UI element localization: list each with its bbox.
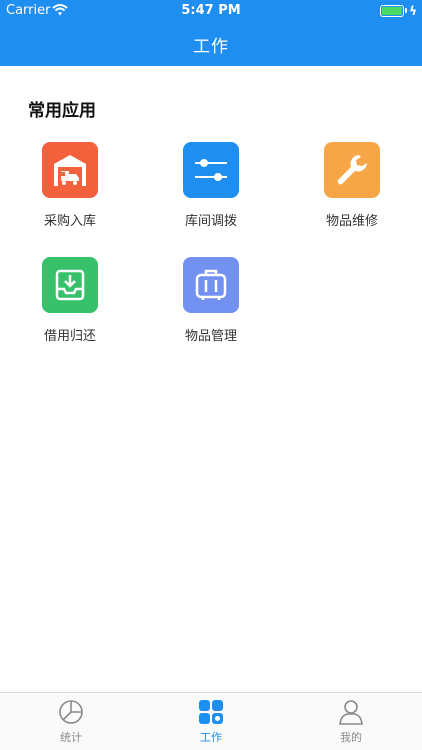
status-bar: Carrier 5:47 PM ϟ: [0, 0, 422, 22]
app-repair[interactable]: 物品维修: [302, 142, 402, 229]
suitcase-icon: [183, 257, 239, 313]
tab-label: 工作: [200, 731, 222, 744]
page-title: 工作: [193, 37, 229, 57]
app-purchase-inbound[interactable]: 采购入库: [20, 142, 120, 229]
top-bar: Carrier 5:47 PM ϟ 工作: [0, 0, 422, 66]
warehouse-truck-icon: [42, 142, 98, 198]
status-time: 5:47 PM: [181, 3, 241, 18]
app-borrow-return[interactable]: 借用归还: [20, 257, 120, 344]
app-transfer[interactable]: 库间调拨: [161, 142, 261, 229]
app-label: 借用归还: [43, 329, 96, 344]
battery-tip: [405, 8, 407, 13]
tab-label: 我的: [340, 731, 362, 744]
person-icon: [339, 700, 363, 725]
app-label: 物品维修: [325, 214, 378, 229]
app-item-management[interactable]: 物品管理: [161, 257, 261, 344]
tab-statistics[interactable]: 统计: [31, 699, 111, 745]
charging-icon: ϟ: [409, 4, 417, 18]
app-label: 物品管理: [184, 329, 237, 344]
battery-icon: [380, 5, 404, 17]
tab-label: 统计: [60, 731, 82, 744]
tab-work[interactable]: 工作: [171, 699, 251, 745]
tab-mine[interactable]: 我的: [311, 699, 391, 745]
sliders-icon: [183, 142, 239, 198]
app-label: 库间调拨: [184, 214, 237, 229]
tab-bar: 统计 工作 我的: [0, 692, 422, 750]
wrench-icon: [324, 142, 380, 198]
work-screen: Carrier 5:47 PM ϟ 工作 常用应用 采购入库 库间调拨 物品维修…: [0, 0, 422, 750]
grid-apps-icon: [199, 700, 223, 724]
section-title: 常用应用: [28, 101, 96, 121]
inbox-download-icon: [42, 257, 98, 313]
app-label: 采购入库: [43, 214, 96, 229]
pie-chart-icon: [59, 700, 83, 724]
